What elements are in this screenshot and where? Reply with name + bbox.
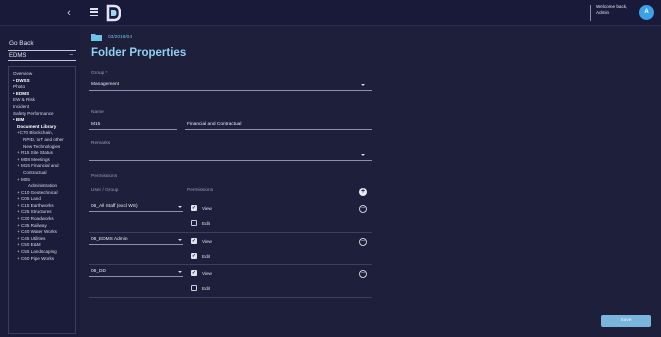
sidebar-nav-item[interactable]: Safety Performance [13,111,75,118]
sidebar-nav-item[interactable]: + C45 Utilities [13,236,75,243]
sidebar-nav-item[interactable]: + C60 Pipe Works [13,256,75,263]
sidebar-nav-item[interactable]: + C40 Water Works [13,229,75,236]
sidebar-nav-item[interactable]: + C35 Railway [13,223,75,230]
sidebar-nav-item[interactable]: + C15 Earthworks [13,203,75,210]
row-separator [89,297,372,298]
permissions-section-label: Permissions [91,174,118,179]
go-back-link[interactable]: Go Back [9,40,34,47]
sidebar-nav: Overview • DWSS Photo • EDMS EW & Risk Incide… [8,66,76,334]
sidebar-nav-item[interactable]: • BIM [13,117,75,124]
column-header-permissions: Permissions [187,188,214,193]
sidebar-nav-item[interactable]: Overview [13,71,75,78]
edit-checkbox[interactable]: ✓ [191,253,197,259]
sidebar-nav-item[interactable]: + M15 Financial and [13,163,75,170]
row-group-underline [89,211,183,212]
sidebar-nav-item[interactable]: + C25 Structures [13,209,75,216]
view-label: View [202,206,212,211]
row-group-select[interactable]: 06_EDMS Admin [91,237,128,242]
column-header-user-group: User / Group [91,188,119,193]
row-group-select[interactable]: 06_DD [91,269,106,274]
edit-label: Edit [202,286,210,291]
chevron-left-icon[interactable]: ‹ [62,6,76,20]
module-select-value: EDMS [9,53,27,59]
brand-logo-icon[interactable] [106,4,121,22]
folder-icon [91,34,102,41]
row-group-underline [89,276,183,277]
sidebar-nav-item[interactable]: New Technologies [13,144,75,151]
sidebar-nav-item[interactable]: RPID, IoT and other [13,137,75,144]
breadcrumb-path[interactable]: 03/2018/04 [108,35,132,40]
sidebar-nav-item[interactable]: • EDMS [13,91,75,98]
row-group-select[interactable]: 06_All Staff (excl WS) [91,204,138,209]
chevron-down-icon[interactable] [178,239,182,241]
module-select[interactable]: EDMS – [8,50,76,61]
remarks-label: Remarks [91,141,111,146]
view-checkbox[interactable]: ✓ [191,205,197,211]
name-description-underline [185,129,372,130]
page-title: Folder Properties [91,47,187,59]
view-label: View [202,271,212,276]
sidebar-nav-item[interactable]: Administration [13,183,75,190]
sidebar: Go Back EDMS – Overview • DWSS Photo • EDMS… [0,26,80,337]
name-label: Name [91,110,104,115]
save-button[interactable]: Save [601,315,651,327]
sidebar-nav-item[interactable]: • DWSS [13,78,75,85]
row-separator [89,232,372,233]
sidebar-nav-item[interactable]: + C10 Geotechnical [13,190,75,197]
remarks-input[interactable] [89,160,372,161]
name-code-input[interactable]: M15 [91,122,100,127]
breadcrumb: 03/2018/04 [91,33,132,41]
name-description-input[interactable]: Financial and Contractual [187,122,241,127]
hamburger-icon[interactable] [90,8,98,16]
edit-label: Edit [202,254,210,259]
row-separator [89,264,372,265]
sidebar-nav-item[interactable]: Photo [13,84,75,91]
row-group-underline [89,244,183,245]
sidebar-nav-item[interactable]: +C70 Blockchain, [13,130,75,137]
group-select-value[interactable]: Management [91,82,119,87]
edit-checkbox[interactable] [191,285,197,291]
remove-row-icon[interactable]: − [359,238,367,246]
name-code-underline [89,129,177,130]
sidebar-nav-item[interactable]: Document Library [13,124,75,131]
edit-checkbox[interactable] [191,220,197,226]
group-label: Group * [91,71,108,76]
view-label: View [202,239,212,244]
sidebar-nav-item[interactable]: + C30 Roadworks [13,216,75,223]
top-bar: ‹ Welcome back, Admin A [0,0,661,26]
sidebar-nav-item[interactable]: + M05 [13,177,75,184]
minus-icon: – [69,52,73,58]
chevron-down-icon[interactable] [361,154,365,156]
sidebar-nav-item[interactable]: Incident [13,104,75,111]
sidebar-nav-item[interactable]: + C55 Landscaping [13,249,75,256]
view-checkbox[interactable]: ✓ [191,270,197,276]
remove-row-icon[interactable]: − [359,205,367,213]
sidebar-nav-item[interactable]: Contractual [13,170,75,177]
add-permission-icon[interactable]: + [359,188,367,196]
welcome-text: Welcome back, Admin [596,4,636,16]
remove-row-icon[interactable]: − [359,270,367,278]
chevron-down-icon[interactable] [361,84,365,86]
group-select-underline [89,90,372,91]
sidebar-nav-item[interactable]: EW & Risk [13,97,75,104]
divider [590,5,591,21]
chevron-down-icon[interactable] [178,271,182,273]
sidebar-nav-item[interactable]: + C05 Land [13,196,75,203]
view-checkbox[interactable]: ✓ [191,238,197,244]
sidebar-nav-item[interactable]: + C50 E&M [13,242,75,249]
avatar[interactable]: A [639,5,654,20]
chevron-down-icon[interactable] [178,206,182,208]
edit-label: Edit [202,221,210,226]
sidebar-nav-item[interactable]: + M08 Meetings [13,157,75,164]
sidebar-nav-item[interactable]: + R15 Site Status [13,150,75,157]
welcome-username: Admin [596,10,610,15]
